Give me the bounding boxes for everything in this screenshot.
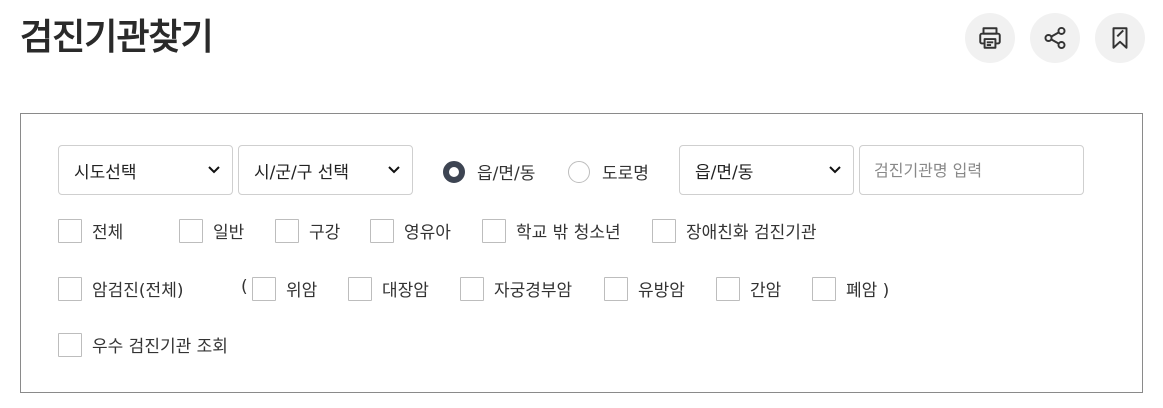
share-button[interactable]: [1030, 13, 1080, 63]
chevron-down-icon: [388, 166, 400, 174]
checkbox-box: [716, 276, 740, 301]
radio-label: 도로명: [602, 164, 649, 184]
checkbox-box: [460, 276, 484, 301]
checkbox-stomach-cancer[interactable]: 위암: [252, 276, 317, 301]
checkbox-oral[interactable]: 구강: [275, 218, 340, 243]
checkbox-box: [179, 218, 203, 243]
sido-select-value: 시도선택: [74, 162, 137, 183]
checkbox-breast-cancer[interactable]: 유방암: [604, 276, 685, 301]
checkbox-label: 영유아: [404, 223, 451, 243]
checkbox-colorectal-cancer[interactable]: 대장암: [348, 276, 429, 301]
page-title: 검진기관찾기: [20, 17, 214, 58]
checkbox-box: [370, 218, 394, 243]
checkbox-label: 폐암 ): [846, 281, 890, 301]
checkbox-box: [58, 218, 82, 243]
checkbox-disability-friendly[interactable]: 장애친화 검진기관: [652, 218, 817, 243]
checkbox-label: 우수 검진기관 조회: [92, 337, 228, 357]
checkbox-infant[interactable]: 영유아: [370, 218, 451, 243]
sido-select[interactable]: 시도선택: [58, 145, 233, 195]
printer-icon: [979, 27, 1001, 49]
checkbox-box: [652, 218, 676, 243]
checkbox-label: 유방암: [638, 281, 685, 301]
checkbox-label: 대장암: [382, 281, 429, 301]
checkbox-box: [58, 332, 82, 357]
checkbox-box: [812, 276, 836, 301]
radio-road-name[interactable]: 도로명: [568, 159, 649, 184]
bookmark-icon: [1112, 27, 1128, 49]
checkbox-box: [604, 276, 628, 301]
checkbox-box: [482, 218, 506, 243]
radio-eupmyeondong[interactable]: 읍/면/동: [443, 159, 535, 184]
institution-name-input[interactable]: [859, 145, 1084, 195]
chevron-down-icon: [208, 166, 220, 174]
checkbox-label: 간암: [750, 281, 782, 301]
checkbox-label: 암검진(전체): [92, 281, 184, 301]
radio-dot: [568, 160, 590, 183]
checkbox-cervical-cancer[interactable]: 자궁경부암: [460, 276, 572, 301]
toolbar: [965, 13, 1145, 63]
checkbox-box: [252, 276, 276, 301]
print-button[interactable]: [965, 13, 1015, 63]
sigungu-select[interactable]: 시/군/구 선택: [238, 145, 413, 195]
radio-dot: [443, 160, 465, 183]
share-icon: [1044, 26, 1066, 50]
search-filter-panel: 시도선택 시/군/구 선택 읍/면/동 도로명 읍/면/동 전체 일반 구강 영…: [20, 113, 1143, 393]
radio-label: 읍/면/동: [477, 164, 536, 184]
dong-select[interactable]: 읍/면/동: [679, 145, 854, 195]
checkbox-box: [348, 276, 372, 301]
checkbox-label: 학교 밖 청소년: [516, 223, 621, 243]
checkbox-box: [275, 218, 299, 243]
checkbox-cancer-all[interactable]: 암검진(전체): [58, 276, 183, 301]
checkbox-general[interactable]: 일반: [179, 218, 244, 243]
checkbox-label: 위암: [286, 281, 318, 301]
bookmark-button[interactable]: [1095, 13, 1145, 63]
checkbox-liver-cancer[interactable]: 간암: [716, 276, 781, 301]
checkbox-label: 구강: [309, 223, 341, 243]
checkbox-out-of-school-youth[interactable]: 학교 밖 청소년: [482, 218, 621, 243]
checkbox-label: 자궁경부암: [494, 281, 573, 301]
checkbox-label: 장애친화 검진기관: [686, 223, 817, 243]
sigungu-select-value: 시/군/구 선택: [254, 162, 350, 183]
checkbox-box: [58, 276, 82, 301]
checkbox-all[interactable]: 전체: [58, 218, 123, 243]
checkbox-lung-cancer[interactable]: 폐암 ): [812, 276, 889, 301]
checkbox-label: 전체: [92, 223, 124, 243]
checkbox-excellent-institution[interactable]: 우수 검진기관 조회: [58, 332, 228, 357]
checkbox-label: 일반: [213, 223, 245, 243]
chevron-down-icon: [829, 166, 841, 174]
dong-select-value: 읍/면/동: [695, 162, 754, 183]
open-paren: (: [241, 277, 248, 297]
